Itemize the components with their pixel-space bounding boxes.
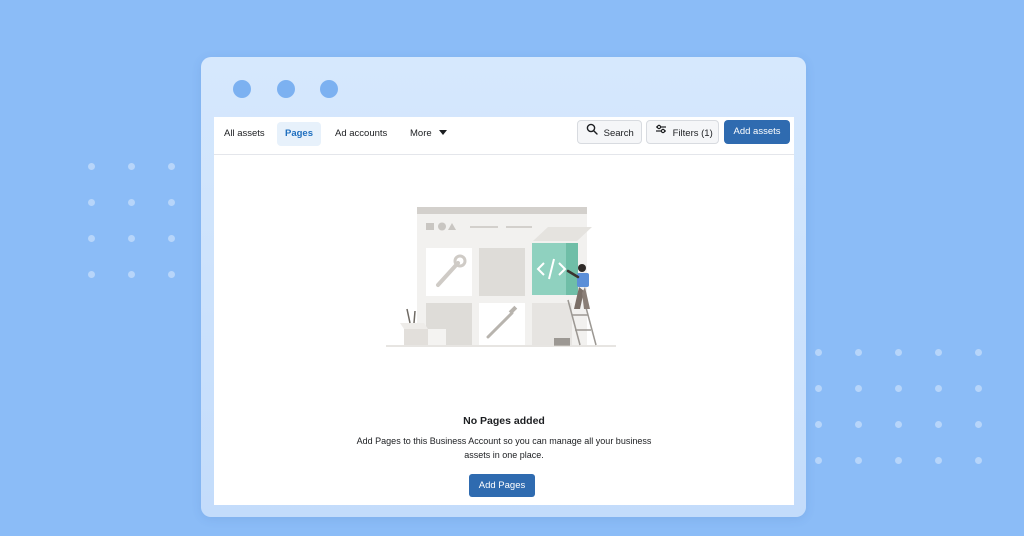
empty-state-title: No Pages added [463, 415, 545, 427]
tab-more[interactable]: More [402, 122, 455, 146]
empty-state-description: Add Pages to this Business Account so yo… [356, 436, 652, 460]
search-button[interactable]: Search [577, 120, 642, 144]
add-pages-button[interactable]: Add Pages [469, 474, 535, 497]
window-dot-3 [320, 80, 338, 98]
window-dot-1 [233, 80, 251, 98]
filters-button[interactable]: Filters (1) [646, 120, 719, 144]
add-assets-button[interactable]: Add assets [724, 120, 790, 144]
tab-ad-accounts[interactable]: Ad accounts [327, 122, 395, 146]
filters-label: Filters (1) [672, 127, 713, 139]
dot-grid-left [88, 163, 178, 278]
tab-all-assets[interactable]: All assets [216, 122, 273, 146]
window-dot-2 [277, 80, 295, 98]
tab-pages[interactable]: Pages [277, 122, 321, 146]
search-icon [586, 121, 598, 145]
assets-panel: All assets Pages Ad accounts More Search… [214, 117, 794, 505]
caret-down-icon [438, 130, 447, 135]
empty-state-illustration [386, 207, 616, 347]
search-label: Search [603, 127, 634, 139]
sliders-icon [655, 121, 667, 145]
dot-grid-right [815, 349, 985, 469]
asset-toolbar: All assets Pages Ad accounts More Search… [214, 117, 794, 155]
tab-more-label: More [410, 128, 432, 139]
browser-window: All assets Pages Ad accounts More Search… [201, 57, 806, 517]
